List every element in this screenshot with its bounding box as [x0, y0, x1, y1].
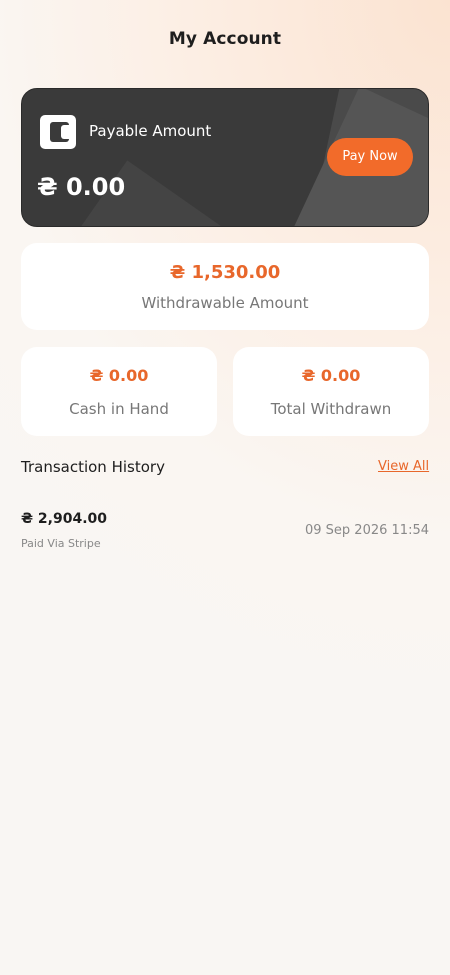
page-title: My Account	[168, 29, 282, 49]
cash-in-hand-label: Cash in Hand	[69, 400, 169, 418]
total-withdrawn-value: ₴ 0.00	[301, 366, 361, 385]
view-all-link[interactable]: View All	[378, 459, 429, 474]
transaction-date: 09 Sep 2026 11:54	[305, 523, 429, 538]
transaction-history-title: Transaction History	[21, 458, 165, 476]
app-header: My Account	[0, 0, 450, 80]
cash-in-hand-card: ₴ 0.00 Cash in Hand	[21, 347, 217, 436]
withdrawable-amount-value: ₴ 1,530.00	[169, 262, 281, 283]
withdrawable-amount-card: ₴ 1,530.00 Withdrawable Amount	[21, 243, 429, 330]
total-withdrawn-card: ₴ 0.00 Total Withdrawn	[233, 347, 429, 436]
pay-now-button[interactable]: Pay Now	[327, 138, 413, 176]
payable-amount-card: Payable Amount ₴ 0.00 Pay Now	[21, 88, 429, 227]
withdrawable-amount-label: Withdrawable Amount	[141, 294, 309, 312]
cash-in-hand-value: ₴ 0.00	[89, 366, 149, 385]
transaction-amount: ₴ 2,904.00	[21, 511, 107, 527]
total-withdrawn-label: Total Withdrawn	[270, 400, 392, 418]
transaction-method: Paid Via Stripe	[21, 537, 101, 550]
transaction-row[interactable]: ₴ 2,904.00 Paid Via Stripe 09 Sep 2026 1…	[21, 505, 429, 557]
payable-amount-value: ₴ 0.00	[37, 173, 126, 201]
payable-amount-label: Payable Amount	[89, 122, 212, 140]
wallet-icon	[40, 115, 76, 149]
